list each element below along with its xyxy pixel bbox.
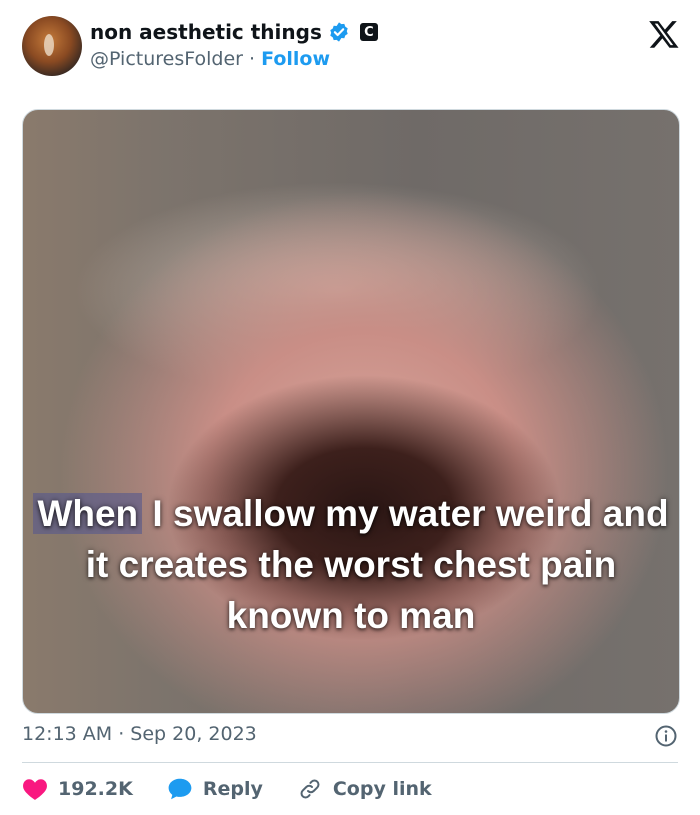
reply-button[interactable]: Reply (167, 777, 263, 801)
affiliate-badge-icon: C (359, 23, 378, 41)
heart-icon (23, 779, 47, 800)
separator: · (249, 48, 256, 70)
like-count: 192.2K (58, 778, 133, 800)
reply-label: Reply (202, 778, 263, 800)
x-logo-icon[interactable] (648, 18, 680, 50)
reply-bubble-icon (168, 778, 192, 800)
author-handle[interactable]: @PicturesFolder (90, 48, 243, 70)
caption-text: I swallow my water weird and it creates … (85, 493, 669, 636)
author-name[interactable]: non aesthetic things (90, 20, 322, 44)
tweet-timestamp[interactable]: 12:13 AM · Sep 20, 2023 (22, 723, 257, 745)
copy-link-button[interactable]: Copy link (297, 777, 432, 801)
author-name-row: non aesthetic things C (90, 20, 378, 44)
like-button[interactable]: 192.2K (22, 777, 133, 801)
divider (22, 762, 678, 763)
copy-link-label: Copy link (332, 778, 432, 800)
follow-button[interactable]: Follow (261, 48, 330, 70)
info-icon[interactable] (654, 724, 678, 748)
tweet-header: non aesthetic things C @PicturesFolder ·… (22, 14, 682, 78)
link-icon (300, 779, 320, 799)
tweet-actions: 192.2K Reply Copy link (22, 772, 432, 806)
image-caption: When I swallow my water weird and it cre… (23, 488, 679, 641)
tweet-image[interactable]: When I swallow my water weird and it cre… (22, 109, 680, 714)
caption-highlight: When (33, 493, 143, 534)
avatar[interactable] (22, 16, 82, 76)
verified-icon (328, 21, 350, 43)
author-handle-row: @PicturesFolder · Follow (90, 48, 330, 70)
